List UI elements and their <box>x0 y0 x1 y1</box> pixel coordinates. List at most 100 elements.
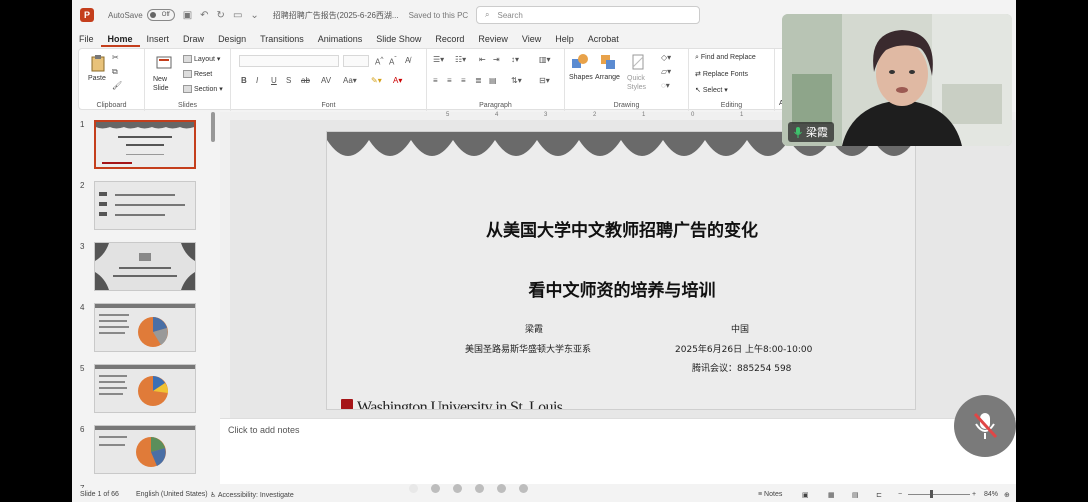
decrease-font-icon[interactable]: Aˇ <box>389 56 397 67</box>
strikethrough-icon[interactable]: ab <box>301 76 310 85</box>
customize-icon[interactable]: ⌄ <box>250 10 258 21</box>
slide-canvas[interactable]: 从美国大学中文教师招聘广告的变化 看中文师资的培养与培训 梁霞 美国圣路易斯华盛… <box>326 131 916 410</box>
font-size-select[interactable] <box>343 55 369 67</box>
zoom-level[interactable]: 84% <box>984 491 998 498</box>
speaker-name[interactable]: 梁霞 <box>525 322 543 335</box>
increase-indent-icon[interactable]: ⇥ <box>493 55 500 64</box>
slide-thumbnail-4[interactable] <box>94 303 196 352</box>
speaker-affiliation[interactable]: 美国圣路易斯华盛顿大学东亚系 <box>465 342 591 355</box>
text-direction-icon[interactable]: ⇅▾ <box>511 76 522 85</box>
fit-slide-icon[interactable]: ⊕ <box>1004 491 1010 499</box>
tab-slide-show[interactable]: Slide Show <box>369 31 428 47</box>
zoom-in-icon[interactable]: + <box>972 491 976 498</box>
align-right-icon[interactable]: ≡ <box>461 76 466 85</box>
section-button[interactable]: Section ▾ <box>183 85 223 94</box>
normal-view-icon[interactable]: ▣ <box>802 491 809 499</box>
reset-button[interactable]: Reset <box>183 70 212 78</box>
page-dot[interactable] <box>497 484 506 493</box>
copy-icon[interactable]: ⧉ <box>112 67 118 77</box>
increase-font-icon[interactable]: A^ <box>375 56 383 67</box>
shape-effects-icon[interactable]: ◌▾ <box>661 81 670 90</box>
zoom-out-icon[interactable]: − <box>898 491 902 498</box>
accessibility-status[interactable]: ♿ Accessibility: Investigate <box>210 491 294 499</box>
find-replace-button[interactable]: ⌕ Find and Replace <box>695 54 756 62</box>
present-icon[interactable]: ▭ <box>233 10 242 21</box>
select-button[interactable]: ↖ Select ▾ <box>695 86 728 94</box>
location-text[interactable]: 中国 <box>731 322 749 335</box>
slide-title-line2[interactable]: 看中文师资的培养与培训 <box>327 276 915 301</box>
page-dot[interactable] <box>453 484 462 493</box>
distributed-icon[interactable]: ▤ <box>489 76 497 85</box>
tab-view[interactable]: View <box>515 31 548 47</box>
zoom-slider[interactable] <box>908 494 970 495</box>
undo-icon[interactable]: ↶ <box>200 10 208 21</box>
tab-home[interactable]: Home <box>100 31 140 47</box>
tab-help[interactable]: Help <box>548 31 581 47</box>
shadow-icon[interactable]: S <box>286 76 291 85</box>
zoom-slider-thumb[interactable] <box>930 490 933 498</box>
page-dot[interactable] <box>431 484 440 493</box>
line-spacing-icon[interactable]: ↕▾ <box>511 55 519 64</box>
language-indicator[interactable]: English (United States) <box>136 491 208 498</box>
clear-format-icon[interactable]: A̸ <box>405 56 410 65</box>
change-case-icon[interactable]: Aa▾ <box>343 76 357 85</box>
tab-animations[interactable]: Animations <box>311 31 370 47</box>
align-left-icon[interactable]: ≡ <box>433 76 438 85</box>
slide-sorter-icon[interactable]: ▦ <box>828 491 835 499</box>
participant-video-tile[interactable]: 梁霞 <box>782 14 1012 146</box>
shape-fill-icon[interactable]: ◇▾ <box>661 53 671 62</box>
decrease-indent-icon[interactable]: ⇤ <box>479 55 486 64</box>
tab-insert[interactable]: Insert <box>140 31 177 47</box>
slideshow-icon[interactable]: ⊏ <box>876 491 882 499</box>
char-spacing-icon[interactable]: AV <box>321 76 331 85</box>
slide-thumbnail-6[interactable] <box>94 425 196 474</box>
thumbnail-scrollbar[interactable] <box>211 112 215 142</box>
quick-styles-icon[interactable] <box>629 53 647 71</box>
search-input[interactable]: ⌕ Search <box>476 6 700 24</box>
paste-icon[interactable] <box>89 54 107 72</box>
tab-record[interactable]: Record <box>428 31 471 47</box>
font-color-icon[interactable]: A▾ <box>393 76 402 85</box>
highlight-icon[interactable]: ✎▾ <box>371 76 382 85</box>
page-dot[interactable] <box>409 484 418 493</box>
new-slide-button[interactable]: New Slide <box>153 75 179 93</box>
notes-toggle[interactable]: ≡ Notes <box>758 491 782 498</box>
autosave-toggle[interactable]: Off <box>146 9 175 21</box>
italic-icon[interactable]: I <box>256 76 258 85</box>
columns-icon[interactable]: ▥▾ <box>539 55 551 64</box>
arrange-button[interactable]: Arrange <box>595 74 620 81</box>
slide-thumbnail-2[interactable] <box>94 181 196 230</box>
quick-styles-button[interactable]: Quick Styles <box>627 74 651 92</box>
justify-icon[interactable]: ≣ <box>475 76 482 85</box>
font-family-select[interactable] <box>239 55 339 67</box>
align-text-icon[interactable]: ⊟▾ <box>539 76 550 85</box>
format-painter-icon[interactable]: 🖌 <box>112 81 122 90</box>
layout-button[interactable]: Layout ▾ <box>183 55 220 64</box>
bold-icon[interactable]: B <box>241 76 247 85</box>
tab-file[interactable]: File <box>72 31 101 47</box>
page-dot[interactable] <box>475 484 484 493</box>
datetime-text[interactable]: 2025年6月26日 上午8:00-10:00 <box>675 342 812 355</box>
reading-view-icon[interactable]: ▤ <box>852 491 859 499</box>
bullets-icon[interactable]: ☰▾ <box>433 55 444 64</box>
meeting-id-text[interactable]: 腾讯会议：885254 598 <box>692 361 791 374</box>
arrange-icon[interactable] <box>599 53 617 71</box>
redo-icon[interactable]: ↻ <box>217 10 225 21</box>
tab-review[interactable]: Review <box>471 31 515 47</box>
slide-thumbnail-5[interactable] <box>94 364 196 413</box>
numbering-icon[interactable]: ☷▾ <box>455 55 466 64</box>
saved-status[interactable]: Saved to this PC <box>409 11 469 20</box>
align-center-icon[interactable]: ≡ <box>447 76 452 85</box>
new-slide-icon[interactable] <box>155 54 173 72</box>
cut-icon[interactable]: ✂ <box>112 53 119 62</box>
paste-button[interactable]: Paste <box>88 75 106 82</box>
tab-draw[interactable]: Draw <box>176 31 211 47</box>
slide-title-line1[interactable]: 从美国大学中文教师招聘广告的变化 <box>327 216 915 241</box>
tab-transitions[interactable]: Transitions <box>253 31 311 47</box>
slide-thumbnail-3[interactable] <box>94 242 196 291</box>
page-dot[interactable] <box>519 484 528 493</box>
shapes-icon[interactable] <box>571 53 589 71</box>
shapes-button[interactable]: Shapes <box>569 74 593 81</box>
slide-thumbnail-1[interactable] <box>94 120 196 169</box>
underline-icon[interactable]: U <box>271 76 277 85</box>
